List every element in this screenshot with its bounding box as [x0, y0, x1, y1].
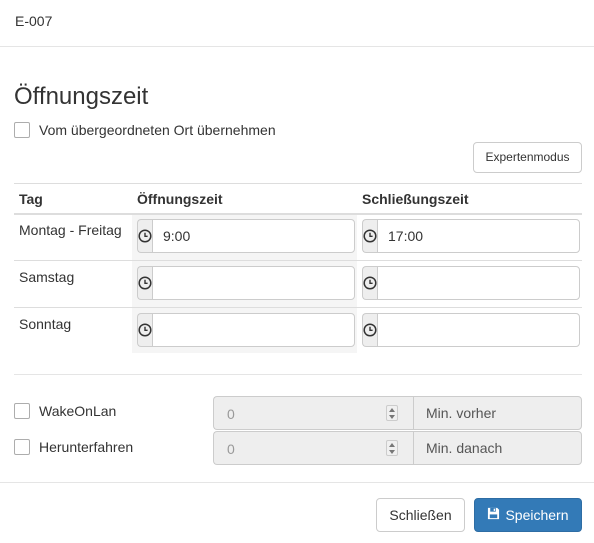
clock-icon[interactable]: [362, 313, 377, 347]
column-header-open: Öffnungszeit: [137, 191, 223, 207]
close-time-group: [362, 219, 580, 253]
table-row-day: Samstag: [19, 269, 75, 285]
table-row-day: Montag - Freitag: [19, 222, 122, 238]
close-time-group: [362, 266, 580, 300]
table-top-border: [14, 183, 582, 184]
shutdown-checkbox[interactable]: [14, 439, 30, 455]
inherit-label[interactable]: Vom übergeordneten Ort übernehmen: [39, 122, 276, 138]
open-time-input[interactable]: [152, 266, 355, 300]
wakeonlan-unit-label: Min. vorher: [413, 396, 582, 430]
clock-icon[interactable]: [137, 219, 152, 253]
wakeonlan-label[interactable]: WakeOnLan: [39, 403, 116, 419]
footer-divider: [0, 482, 594, 483]
close-button[interactable]: Schließen: [376, 498, 465, 532]
save-button[interactable]: Speichern: [474, 498, 582, 532]
modal-title: E-007: [15, 13, 53, 29]
spinner-icon[interactable]: [386, 440, 398, 456]
column-header-close: Schließungszeit: [362, 191, 469, 207]
close-time-input[interactable]: [377, 313, 580, 347]
floppy-disk-icon: [487, 499, 500, 531]
section-title: Öffnungszeit: [14, 83, 149, 110]
open-time-input[interactable]: [152, 313, 355, 347]
clock-icon[interactable]: [137, 266, 152, 300]
wakeonlan-minutes-group: 0 Min. vorher: [213, 396, 582, 430]
expert-mode-button[interactable]: Expertenmodus: [473, 142, 582, 173]
modal-header: E-007: [0, 0, 594, 47]
spinner-icon[interactable]: [386, 405, 398, 421]
shutdown-label[interactable]: Herunterfahren: [39, 439, 133, 455]
shutdown-minutes-group: 0 Min. danach: [213, 431, 582, 465]
clock-icon[interactable]: [362, 266, 377, 300]
row-divider: [14, 260, 582, 261]
open-time-group: [137, 266, 355, 300]
column-header-day: Tag: [19, 191, 43, 207]
open-time-group: [137, 219, 355, 253]
close-time-input[interactable]: [377, 219, 580, 253]
open-time-input[interactable]: [152, 219, 355, 253]
shutdown-unit-label: Min. danach: [413, 431, 582, 465]
wakeonlan-minutes-value: 0: [227, 406, 235, 422]
shutdown-minutes-value: 0: [227, 441, 235, 457]
close-button-label: Schließen: [389, 507, 452, 523]
section-divider: [14, 374, 582, 375]
shutdown-minutes-input[interactable]: 0: [213, 431, 413, 465]
clock-icon[interactable]: [362, 219, 377, 253]
close-time-input[interactable]: [377, 266, 580, 300]
open-time-group: [137, 313, 355, 347]
row-divider: [14, 307, 582, 308]
inherit-checkbox[interactable]: [14, 122, 30, 138]
table-row-day: Sonntag: [19, 316, 72, 332]
wakeonlan-checkbox[interactable]: [14, 403, 30, 419]
clock-icon[interactable]: [137, 313, 152, 347]
wakeonlan-minutes-input[interactable]: 0: [213, 396, 413, 430]
close-time-group: [362, 313, 580, 347]
save-button-label: Speichern: [505, 507, 569, 523]
